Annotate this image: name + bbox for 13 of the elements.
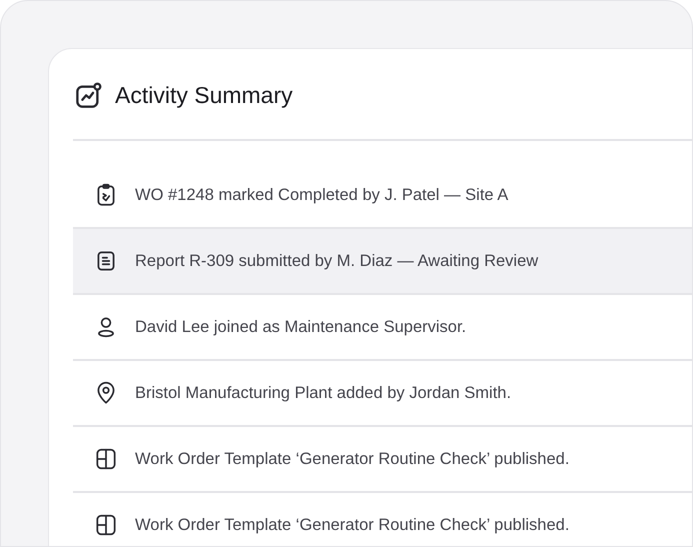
card-title: Activity Summary [115, 82, 293, 110]
activity-row[interactable]: Report R-309 submitted by M. Diaz — Awaiting Review [73, 229, 692, 295]
activity-text: WO #1248 marked Completed by J. Patel — Site A [135, 184, 508, 206]
activity-text: Report R-309 submitted by M. Diaz — Awaiting Review [135, 250, 538, 272]
chart-icon [73, 81, 103, 111]
activity-row[interactable]: Work Order Template ‘Generator Routine Check’ published. [73, 427, 692, 493]
activity-text: David Lee joined as Maintenance Supervisor. [135, 316, 466, 338]
activity-text: Work Order Template ‘Generator Routine Check’ published. [135, 448, 570, 470]
activity-row[interactable]: Work Order Template ‘Generator Routine Check’ published. [73, 493, 692, 546]
activity-text: Bristol Manufacturing Plant added by Jordan Smith. [135, 382, 512, 404]
activity-row[interactable]: Bristol Manufacturing Plant added by Jordan Smith. [73, 361, 692, 427]
activity-text: Work Order Template ‘Generator Routine Check’ published. [135, 514, 570, 536]
activity-row[interactable]: David Lee joined as Maintenance Supervisor. [73, 295, 692, 361]
